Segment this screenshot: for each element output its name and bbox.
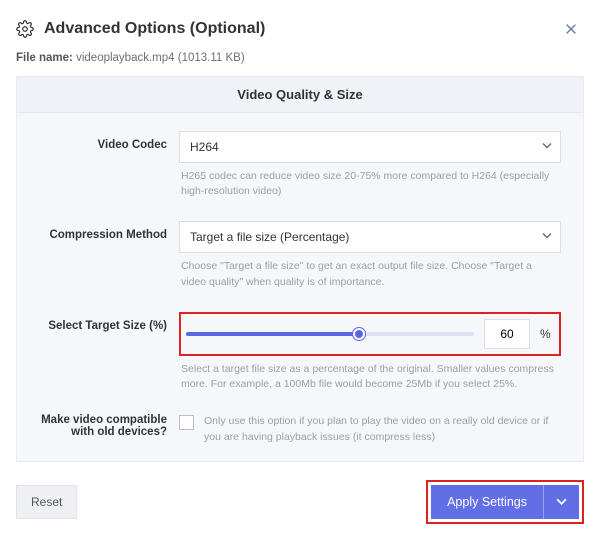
- video-codec-value: H264: [190, 140, 219, 154]
- compression-help: Choose "Target a file size" to get an ex…: [181, 259, 559, 289]
- dialog-title: Advanced Options (Optional): [44, 20, 548, 38]
- target-size-unit: %: [540, 327, 554, 341]
- compression-method-select[interactable]: Target a file size (Percentage): [179, 221, 561, 253]
- close-button[interactable]: [558, 16, 584, 42]
- codec-help: H265 codec can reduce video size 20-75% …: [181, 169, 559, 199]
- target-size-highlight: %: [179, 312, 561, 356]
- compat-label: Make video compatible with old devices?: [39, 414, 179, 438]
- chevron-down-icon: [542, 231, 552, 244]
- compression-method-value: Target a file size (Percentage): [190, 230, 349, 244]
- quality-size-panel: Video Quality & Size Video Codec H264 H2…: [16, 76, 584, 462]
- target-size-help: Select a target file size as a percentag…: [181, 362, 559, 392]
- chevron-down-icon: [542, 141, 552, 154]
- panel-title: Video Quality & Size: [17, 77, 583, 113]
- apply-highlight: Apply Settings: [426, 480, 584, 524]
- slider-fill: [186, 332, 359, 336]
- apply-settings-dropdown[interactable]: [543, 485, 579, 519]
- compression-label: Compression Method: [39, 221, 179, 241]
- reset-button[interactable]: Reset: [16, 485, 77, 519]
- target-size-input[interactable]: [484, 319, 530, 349]
- target-size-label: Select Target Size (%): [39, 312, 179, 332]
- video-codec-select[interactable]: H264: [179, 131, 561, 163]
- codec-label: Video Codec: [39, 131, 179, 151]
- target-size-slider[interactable]: [186, 325, 474, 343]
- apply-settings-button[interactable]: Apply Settings: [431, 485, 543, 519]
- file-name: videoplayback.mp4 (1013.11 KB): [76, 52, 245, 64]
- compat-help: Only use this option if you plan to play…: [204, 414, 561, 444]
- compat-checkbox[interactable]: [179, 415, 194, 430]
- file-info: File name: videoplayback.mp4 (1013.11 KB…: [16, 52, 584, 64]
- slider-thumb[interactable]: [353, 328, 365, 340]
- file-label: File name:: [16, 52, 73, 64]
- gear-icon: [16, 20, 34, 38]
